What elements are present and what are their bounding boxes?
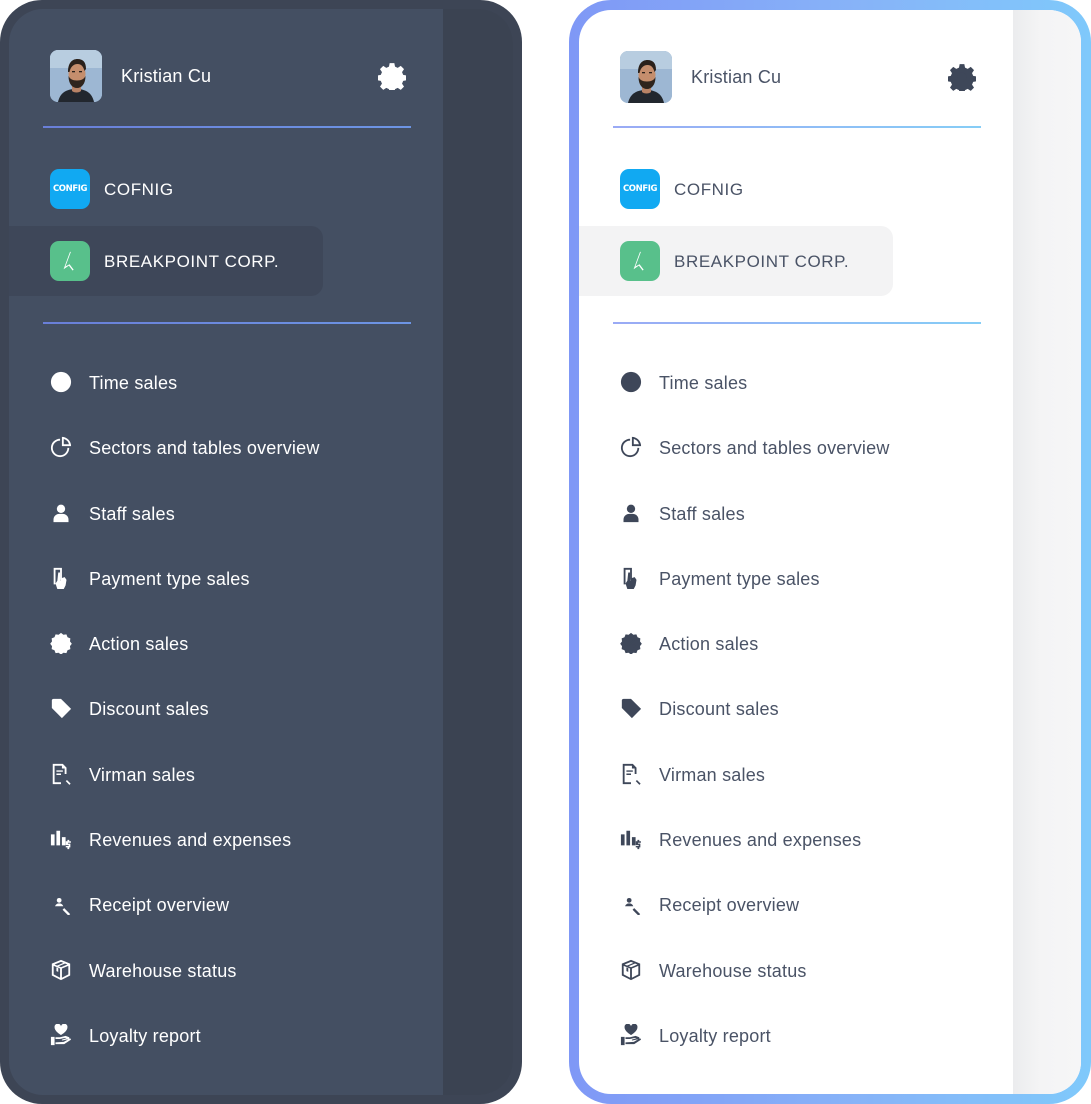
menu-item-receipt-overview[interactable]: Receipt overview xyxy=(579,871,979,936)
menu-item-warehouse-status[interactable]: Warehouse status xyxy=(579,937,979,1002)
person-icon xyxy=(620,502,642,524)
menu-item-discount-sales[interactable]: Discount sales xyxy=(579,675,979,740)
nav-menu: Time sales Sectors and tables overview S… xyxy=(9,349,409,1067)
price-tag-icon xyxy=(620,697,642,719)
menu-item-sectors-tables[interactable]: Sectors and tables overview xyxy=(9,414,409,479)
clock-icon xyxy=(620,371,642,393)
company-name: BREAKPOINT CORP. xyxy=(104,252,280,271)
menu-item-label: Virman sales xyxy=(659,764,766,785)
hand-card-icon xyxy=(620,567,642,589)
magnifier-user-icon xyxy=(50,893,72,915)
menu-item-label: Time sales xyxy=(659,373,748,393)
divider xyxy=(43,126,411,128)
company-item-cofnig[interactable]: CONFIG COFNIG xyxy=(579,154,893,224)
pie-chart-icon xyxy=(50,436,72,458)
menu-item-label: Sectors and tables overview xyxy=(89,438,320,459)
content-edge-strip xyxy=(443,9,513,1095)
menu-item-label: Payment type sales xyxy=(89,568,250,589)
percent-badge-icon xyxy=(50,632,72,654)
menu-item-warehouse-status[interactable]: Warehouse status xyxy=(9,937,409,1002)
sidebar-light-theme: Kristian Cu CONFIG COFNIG BREAKPOINT COR… xyxy=(569,0,1091,1104)
company-item-cofnig[interactable]: CONFIG COFNIG xyxy=(9,154,323,224)
menu-item-time-sales[interactable]: Time sales xyxy=(9,349,409,414)
avatar[interactable] xyxy=(50,50,102,102)
bar-chart-dollar-icon xyxy=(50,828,72,850)
menu-item-discount-sales[interactable]: Discount sales xyxy=(9,675,409,740)
company-name: COFNIG xyxy=(104,180,174,199)
clock-icon xyxy=(50,371,72,393)
breakpoint-logo xyxy=(50,241,90,281)
menu-item-label: Revenues and expenses xyxy=(659,830,862,851)
menu-item-label: Staff sales xyxy=(89,503,175,524)
percent-badge-icon xyxy=(620,632,642,654)
menu-item-action-sales[interactable]: Action sales xyxy=(579,610,979,675)
menu-item-virman-sales[interactable]: Virman sales xyxy=(579,741,979,806)
company-item-breakpoint[interactable]: BREAKPOINT CORP. xyxy=(9,226,323,296)
document-search-icon xyxy=(50,763,72,785)
menu-item-label: Discount sales xyxy=(89,699,209,720)
sidebar-dark-theme: Kristian Cu CONFIG COFNIG BREAKPOINT COR… xyxy=(0,0,522,1104)
hand-heart-icon xyxy=(620,1024,642,1046)
menu-item-action-sales[interactable]: Action sales xyxy=(9,610,409,675)
company-name: COFNIG xyxy=(674,180,744,199)
bar-chart-dollar-icon xyxy=(620,828,642,850)
menu-item-staff-sales[interactable]: Staff sales xyxy=(9,480,409,545)
menu-item-label: Receipt overview xyxy=(659,895,800,916)
menu-item-staff-sales[interactable]: Staff sales xyxy=(579,480,979,545)
company-name: BREAKPOINT CORP. xyxy=(674,252,850,271)
sidebar-dark-inner: Kristian Cu CONFIG COFNIG BREAKPOINT COR… xyxy=(9,9,513,1095)
breakpoint-logo xyxy=(620,241,660,281)
menu-item-label: Receipt overview xyxy=(89,895,230,916)
menu-item-loyalty-report[interactable]: Loyalty report xyxy=(579,1002,979,1067)
divider xyxy=(43,322,411,324)
config-logo: CONFIG xyxy=(620,169,660,209)
box-icon xyxy=(50,959,72,981)
document-search-icon xyxy=(620,763,642,785)
menu-item-label: Virman sales xyxy=(89,764,196,785)
menu-item-payment-type-sales[interactable]: Payment type sales xyxy=(579,545,979,610)
menu-item-label: Sectors and tables overview xyxy=(659,438,890,459)
hand-card-icon xyxy=(50,567,72,589)
company-item-breakpoint[interactable]: BREAKPOINT CORP. xyxy=(579,226,893,296)
magnifier-user-icon xyxy=(620,893,642,915)
menu-item-label: Warehouse status xyxy=(659,960,807,981)
user-profile: Kristian Cu xyxy=(50,50,406,102)
menu-item-label: Loyalty report xyxy=(659,1025,771,1046)
pie-chart-icon xyxy=(620,436,642,458)
user-name: Kristian Cu xyxy=(121,66,212,86)
user-name: Kristian Cu xyxy=(691,67,782,87)
menu-item-receipt-overview[interactable]: Receipt overview xyxy=(9,871,409,936)
sidebar-light-inner: Kristian Cu CONFIG COFNIG BREAKPOINT COR… xyxy=(579,10,1081,1094)
menu-item-label: Revenues and expenses xyxy=(89,830,292,851)
divider xyxy=(613,126,981,128)
menu-item-label: Action sales xyxy=(659,634,759,655)
box-icon xyxy=(620,959,642,981)
menu-item-payment-type-sales[interactable]: Payment type sales xyxy=(9,545,409,610)
divider xyxy=(613,322,981,324)
nav-menu: Time sales Sectors and tables overview S… xyxy=(579,349,979,1067)
menu-item-virman-sales[interactable]: Virman sales xyxy=(9,741,409,806)
menu-item-label: Time sales xyxy=(89,373,178,393)
settings-gear-icon[interactable] xyxy=(948,63,976,91)
settings-gear-icon[interactable] xyxy=(378,62,406,90)
menu-item-sectors-tables[interactable]: Sectors and tables overview xyxy=(579,414,979,479)
menu-item-label: Staff sales xyxy=(659,503,745,524)
menu-item-loyalty-report[interactable]: Loyalty report xyxy=(9,1002,409,1067)
menu-item-label: Loyalty report xyxy=(89,1025,201,1046)
menu-item-label: Action sales xyxy=(89,634,189,655)
menu-item-revenues-expenses[interactable]: Revenues and expenses xyxy=(9,806,409,871)
price-tag-icon xyxy=(50,697,72,719)
config-logo: CONFIG xyxy=(50,169,90,209)
user-profile: Kristian Cu xyxy=(620,51,976,103)
menu-item-label: Payment type sales xyxy=(659,568,820,589)
menu-item-time-sales[interactable]: Time sales xyxy=(579,349,979,414)
person-icon xyxy=(50,502,72,524)
menu-item-revenues-expenses[interactable]: Revenues and expenses xyxy=(579,806,979,871)
hand-heart-icon xyxy=(50,1024,72,1046)
avatar[interactable] xyxy=(620,51,672,103)
menu-item-label: Warehouse status xyxy=(89,960,237,981)
menu-item-label: Discount sales xyxy=(659,699,779,720)
content-edge-strip xyxy=(1013,10,1081,1094)
